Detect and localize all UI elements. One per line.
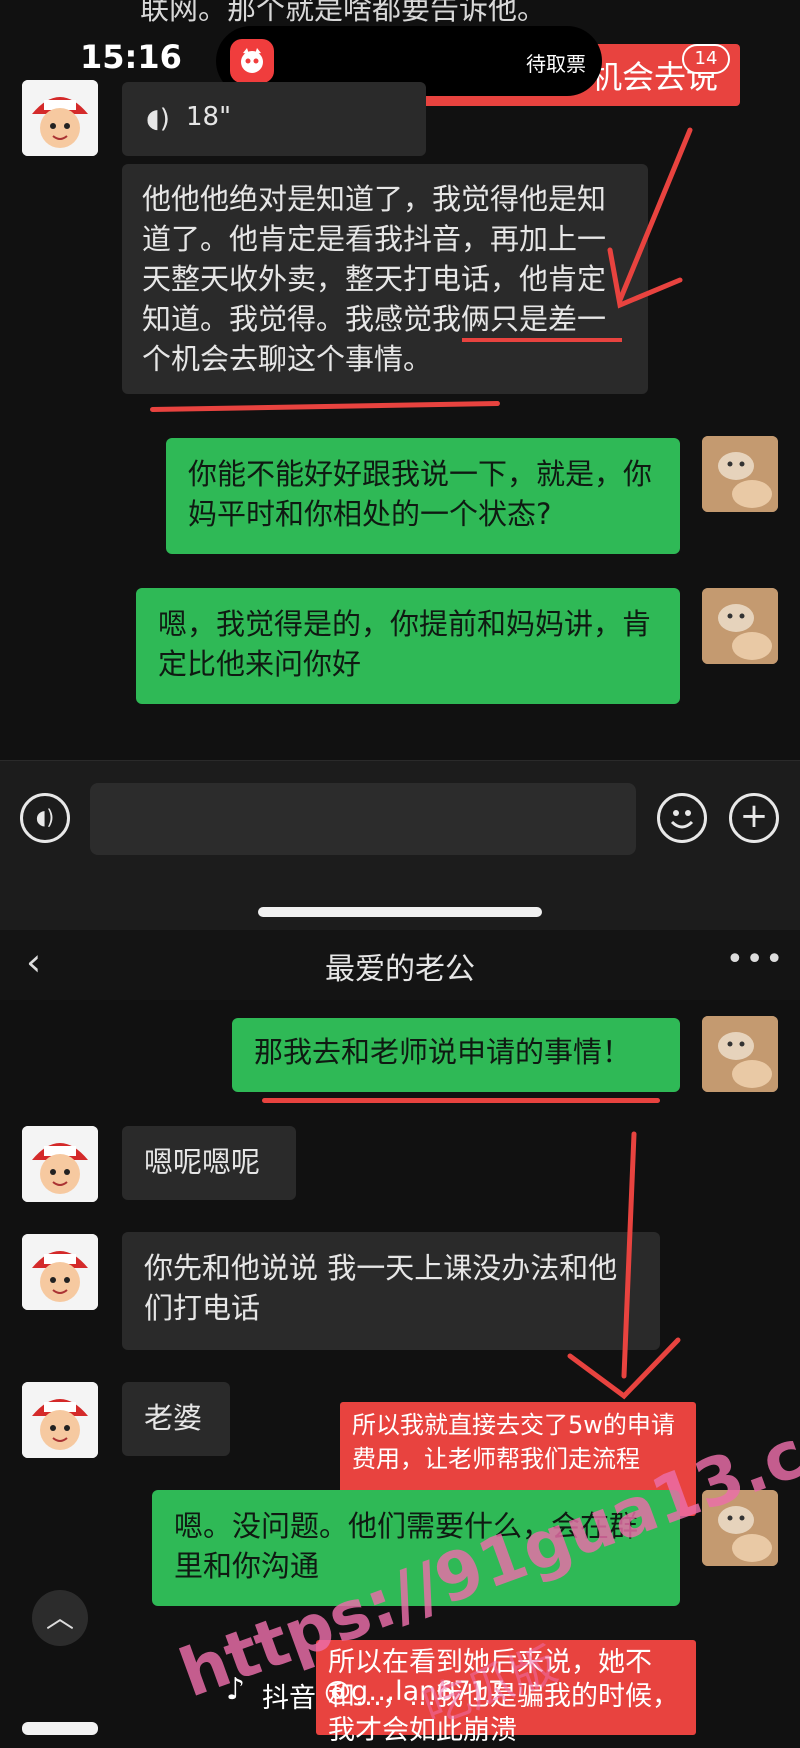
message-text: 老婆: [144, 1401, 203, 1435]
cartoon-boy-icon: [22, 80, 98, 156]
cartoon-boy-icon: [22, 1126, 98, 1202]
message-text: 嗯呢嗯呢: [144, 1145, 261, 1179]
status-time: 15:16: [80, 38, 182, 76]
avatar-husband[interactable]: [22, 80, 98, 156]
pending-ticket-label: 待取票: [526, 52, 586, 76]
home-indicator: [258, 907, 542, 917]
voice-message-bubble[interactable]: ◖) 18": [122, 82, 426, 156]
cat-photo-icon: [702, 588, 778, 664]
message-input[interactable]: [90, 783, 636, 855]
red-underline: [462, 338, 622, 342]
ticket-app-icon: [230, 39, 274, 83]
cat-photo-icon: [702, 1016, 778, 1092]
more-dots-icon[interactable]: •••: [726, 942, 785, 977]
add-icon[interactable]: +: [729, 793, 779, 843]
cat-photo-icon: [702, 436, 778, 512]
message-text: 你能不能好好跟我说一下，就是，你妈平时和你相处的一个状态?: [188, 457, 653, 531]
avatar-self[interactable]: [702, 436, 778, 512]
red-underline: [149, 400, 501, 413]
red-arrow-annotation: [607, 127, 693, 309]
message-bubble-received[interactable]: 嗯呢嗯呢: [122, 1126, 296, 1200]
voice-wave-icon: ◖): [146, 104, 170, 134]
message-bubble-sent[interactable]: 你能不能好好跟我说一下，就是，你妈平时和你相处的一个状态?: [166, 438, 680, 554]
avatar-self[interactable]: [702, 588, 778, 664]
voice-duration: 18": [186, 102, 232, 132]
input-bar: ◖) +: [0, 760, 800, 931]
message-text: 那我去和老师说申请的事情！: [254, 1035, 632, 1069]
avatar-husband[interactable]: [22, 1382, 98, 1458]
notification-count-badge: 14: [682, 44, 730, 74]
avatar-husband[interactable]: [22, 1234, 98, 1310]
message-text: 嗯，我觉得是的，你提前和妈妈讲，肯定比他来问你好: [158, 607, 652, 681]
avatar-husband: [22, 1722, 98, 1735]
top-partial-message: 联网。那个就是啥都要告诉他。: [140, 0, 547, 26]
emoji-icon[interactable]: [657, 793, 707, 843]
cartoon-boy-icon: [22, 1234, 98, 1310]
avatar-self[interactable]: [702, 1016, 778, 1092]
message-text: 你先和他说说 我一天上课没办法和他们打电话: [144, 1251, 618, 1325]
message-bubble-long[interactable]: 他他他绝对是知道了，我觉得他是知道了。他肯定是看我抖音，再加上一天整天收外卖，整…: [122, 164, 648, 394]
red-underline: [262, 1098, 660, 1103]
message-text: 他他他绝对是知道了，我觉得他是知道了。他肯定是看我抖音，再加上一天整天收外卖，整…: [142, 182, 607, 376]
voice-toggle-icon[interactable]: ◖): [20, 793, 70, 843]
scroll-up-button[interactable]: ︿: [32, 1590, 88, 1646]
message-bubble-sent[interactable]: 嗯，我觉得是的，你提前和妈妈讲，肯定比他来问你好: [136, 588, 680, 704]
avatar-husband[interactable]: [22, 1126, 98, 1202]
red-arrow-annotation: [567, 1131, 681, 1400]
message-bubble-received[interactable]: 老婆: [122, 1382, 230, 1456]
message-bubble-sent[interactable]: 那我去和老师说申请的事情！: [232, 1018, 680, 1092]
chat-title: 最爱的老公: [325, 952, 475, 987]
cartoon-boy-icon: [22, 1382, 98, 1458]
chat-header: ‹ 最爱的老公 •••: [0, 930, 800, 1000]
chevron-up-icon: ︿: [45, 1601, 74, 1634]
